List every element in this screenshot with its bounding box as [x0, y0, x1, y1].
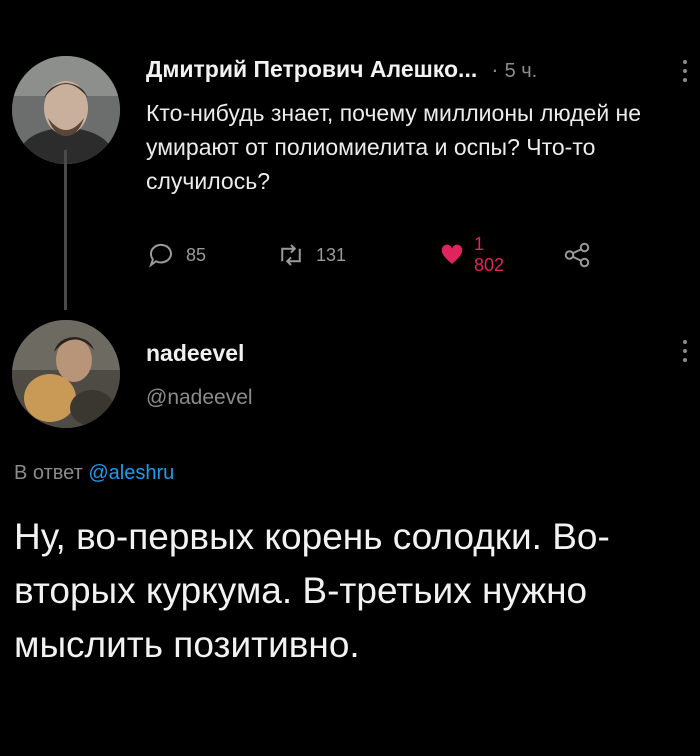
retweet-icon — [281, 244, 301, 266]
author-avatar[interactable] — [12, 56, 120, 164]
like-icon — [441, 244, 463, 264]
separator-dot: · — [491, 57, 499, 82]
reply-prefix: В ответ — [14, 462, 83, 484]
reply-icon — [149, 243, 172, 268]
more-options-icon[interactable] — [683, 60, 687, 82]
retweet-button[interactable]: 131 — [276, 238, 346, 272]
author-name[interactable]: Дмитрий Петрович Алешко... — [146, 56, 477, 83]
reply-mention-link[interactable]: @aleshru — [88, 462, 174, 484]
tweet-time[interactable]: 5 ч. — [505, 60, 538, 83]
reply-count: 85 — [186, 244, 207, 265]
like-count: 1 802 — [474, 234, 505, 275]
replier-avatar[interactable] — [12, 320, 120, 428]
share-icon — [564, 242, 590, 268]
like-button[interactable]: 1 802 — [440, 234, 510, 275]
reply-button[interactable]: 85 — [146, 238, 206, 272]
replier-handle[interactable]: @nadeevel — [146, 386, 253, 410]
retweet-count: 131 — [316, 244, 347, 265]
more-options-icon[interactable] — [683, 340, 687, 362]
reply-context: В ответ @aleshru — [14, 462, 174, 485]
share-button[interactable] — [562, 238, 592, 272]
replier-name[interactable]: nadeevel — [146, 340, 244, 367]
tweet-text: Кто-нибудь знает, почему миллионы людей … — [146, 100, 642, 194]
reply-text: Ну, во-первых корень солодки. Во-вторых … — [14, 516, 610, 665]
tweet-header: Дмитрий Петрович Алешко... · 5 ч. — [146, 56, 537, 83]
thread-connector — [64, 150, 67, 310]
